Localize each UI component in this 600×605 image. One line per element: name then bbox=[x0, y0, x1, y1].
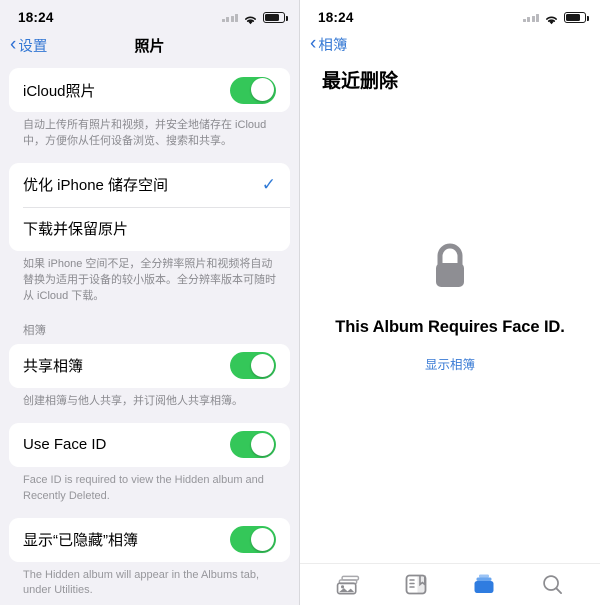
status-bar-indicators bbox=[221, 11, 288, 24]
footer-note-show-hidden-album: The Hidden album will appear in the Albu… bbox=[23, 568, 260, 597]
settings-photos-screen: 18:24 ‹ 设置 照片 iCloud照片 自动上传所有照片和视频，并安全地储… bbox=[0, 0, 300, 605]
row-label: iCloud照片 bbox=[23, 82, 96, 100]
status-bar-clock: 18:24 bbox=[318, 9, 354, 25]
footer-note-icloud-photos: 自动上传所有照片和视频，并安全地储存在 iCloud 中，方便你从任何设备浏览、… bbox=[23, 119, 267, 147]
back-button-label: 设置 bbox=[18, 38, 48, 55]
recently-deleted-locked-screen: 18:24 ‹ 相簿 最近删除 This Album Requires Face… bbox=[300, 0, 600, 605]
row-label: 下载并保留原片 bbox=[23, 221, 129, 239]
navigation-bar-right: ‹ 相簿 bbox=[300, 30, 600, 58]
tab-bar bbox=[300, 563, 600, 605]
back-button-label: 相簿 bbox=[318, 37, 348, 54]
chevron-left-icon: ‹ bbox=[310, 32, 317, 54]
albums-icon bbox=[474, 574, 494, 593]
settings-group-face-id: Use Face ID bbox=[9, 422, 290, 467]
cellular-signal-icon bbox=[522, 13, 539, 22]
navigation-bar-left: ‹ 设置 照片 bbox=[0, 30, 299, 60]
back-button-albums[interactable]: ‹ 相簿 bbox=[310, 34, 347, 55]
toggle-show-hidden-album[interactable] bbox=[230, 526, 276, 553]
row-download-keep-originals[interactable]: 下载并保留原片 bbox=[9, 206, 290, 251]
battery-icon bbox=[564, 11, 589, 23]
checkmark-icon: ✓ bbox=[261, 175, 276, 195]
lock-closed-icon bbox=[429, 240, 471, 296]
locked-album-message-area: This Album Requires Face ID. 显示相簿 bbox=[300, 240, 600, 373]
footer-note-face-id: Face ID is required to view the Hidden a… bbox=[23, 473, 264, 502]
status-bar-indicators bbox=[522, 11, 589, 24]
footer-note-shared-albums: 创建相簿与他人共享，并订阅他人共享相簿。 bbox=[23, 394, 243, 407]
cellular-signal-icon bbox=[221, 13, 238, 22]
lock-message-text: This Album Requires Face ID. bbox=[335, 318, 565, 336]
row-show-hidden-album[interactable]: 显示“已隐藏”相簿 bbox=[9, 517, 290, 562]
back-button-settings[interactable]: ‹ 设置 bbox=[10, 35, 47, 56]
battery-icon bbox=[263, 11, 288, 23]
tab-albums[interactable] bbox=[463, 570, 505, 600]
row-shared-albums[interactable]: 共享相簿 bbox=[9, 343, 290, 388]
row-use-face-id[interactable]: Use Face ID bbox=[9, 422, 290, 467]
footer-note-storage-options: 如果 iPhone 空间不足，全分辨率照片和视频将自动替换为适用于设备的较小版本… bbox=[23, 257, 276, 302]
row-icloud-photos[interactable]: iCloud照片 bbox=[9, 68, 290, 112]
status-bar-clock: 18:24 bbox=[18, 9, 54, 25]
toggle-shared-albums[interactable] bbox=[230, 352, 276, 380]
settings-group-shared-albums: 共享相簿 bbox=[9, 343, 290, 388]
search-icon bbox=[542, 575, 562, 594]
for-you-memories-icon bbox=[405, 574, 427, 595]
row-label: 共享相簿 bbox=[23, 358, 84, 376]
row-label: 优化 iPhone 储存空间 bbox=[23, 177, 169, 195]
chevron-left-icon: ‹ bbox=[10, 33, 17, 55]
section-header-albums: 相簿 bbox=[23, 324, 46, 337]
settings-group-show-hidden-album: 显示“已隐藏”相簿 bbox=[9, 517, 290, 562]
status-bar-right: 18:24 bbox=[300, 0, 600, 30]
row-optimize-iphone-storage[interactable]: 优化 iPhone 储存空间 ✓ bbox=[9, 162, 290, 207]
wifi-icon bbox=[243, 12, 258, 24]
tab-for-you[interactable] bbox=[395, 570, 437, 600]
settings-list-scroll[interactable]: iCloud照片 自动上传所有照片和视频，并安全地储存在 iCloud 中，方便… bbox=[0, 60, 299, 605]
dual-screenshot-container: 18:24 ‹ 设置 照片 iCloud照片 自动上传所有照片和视频，并安全地储… bbox=[0, 0, 600, 605]
toggle-icloud-photos[interactable] bbox=[230, 76, 276, 104]
wifi-icon bbox=[544, 12, 559, 24]
settings-group-icloud-photos: iCloud照片 bbox=[9, 68, 290, 112]
toggle-use-face-id[interactable] bbox=[230, 431, 276, 459]
photos-library-icon bbox=[336, 575, 360, 594]
show-album-link[interactable]: 显示相簿 bbox=[425, 354, 475, 373]
row-label: Use Face ID bbox=[23, 436, 107, 454]
tab-search[interactable] bbox=[531, 570, 573, 600]
status-bar-left: 18:24 bbox=[0, 0, 299, 30]
tab-photos-library[interactable] bbox=[327, 570, 369, 600]
row-label: 显示“已隐藏”相簿 bbox=[23, 532, 138, 549]
settings-group-storage-options: 优化 iPhone 储存空间 ✓ 下载并保留原片 bbox=[9, 162, 290, 251]
page-title: 最近删除 bbox=[322, 71, 399, 92]
